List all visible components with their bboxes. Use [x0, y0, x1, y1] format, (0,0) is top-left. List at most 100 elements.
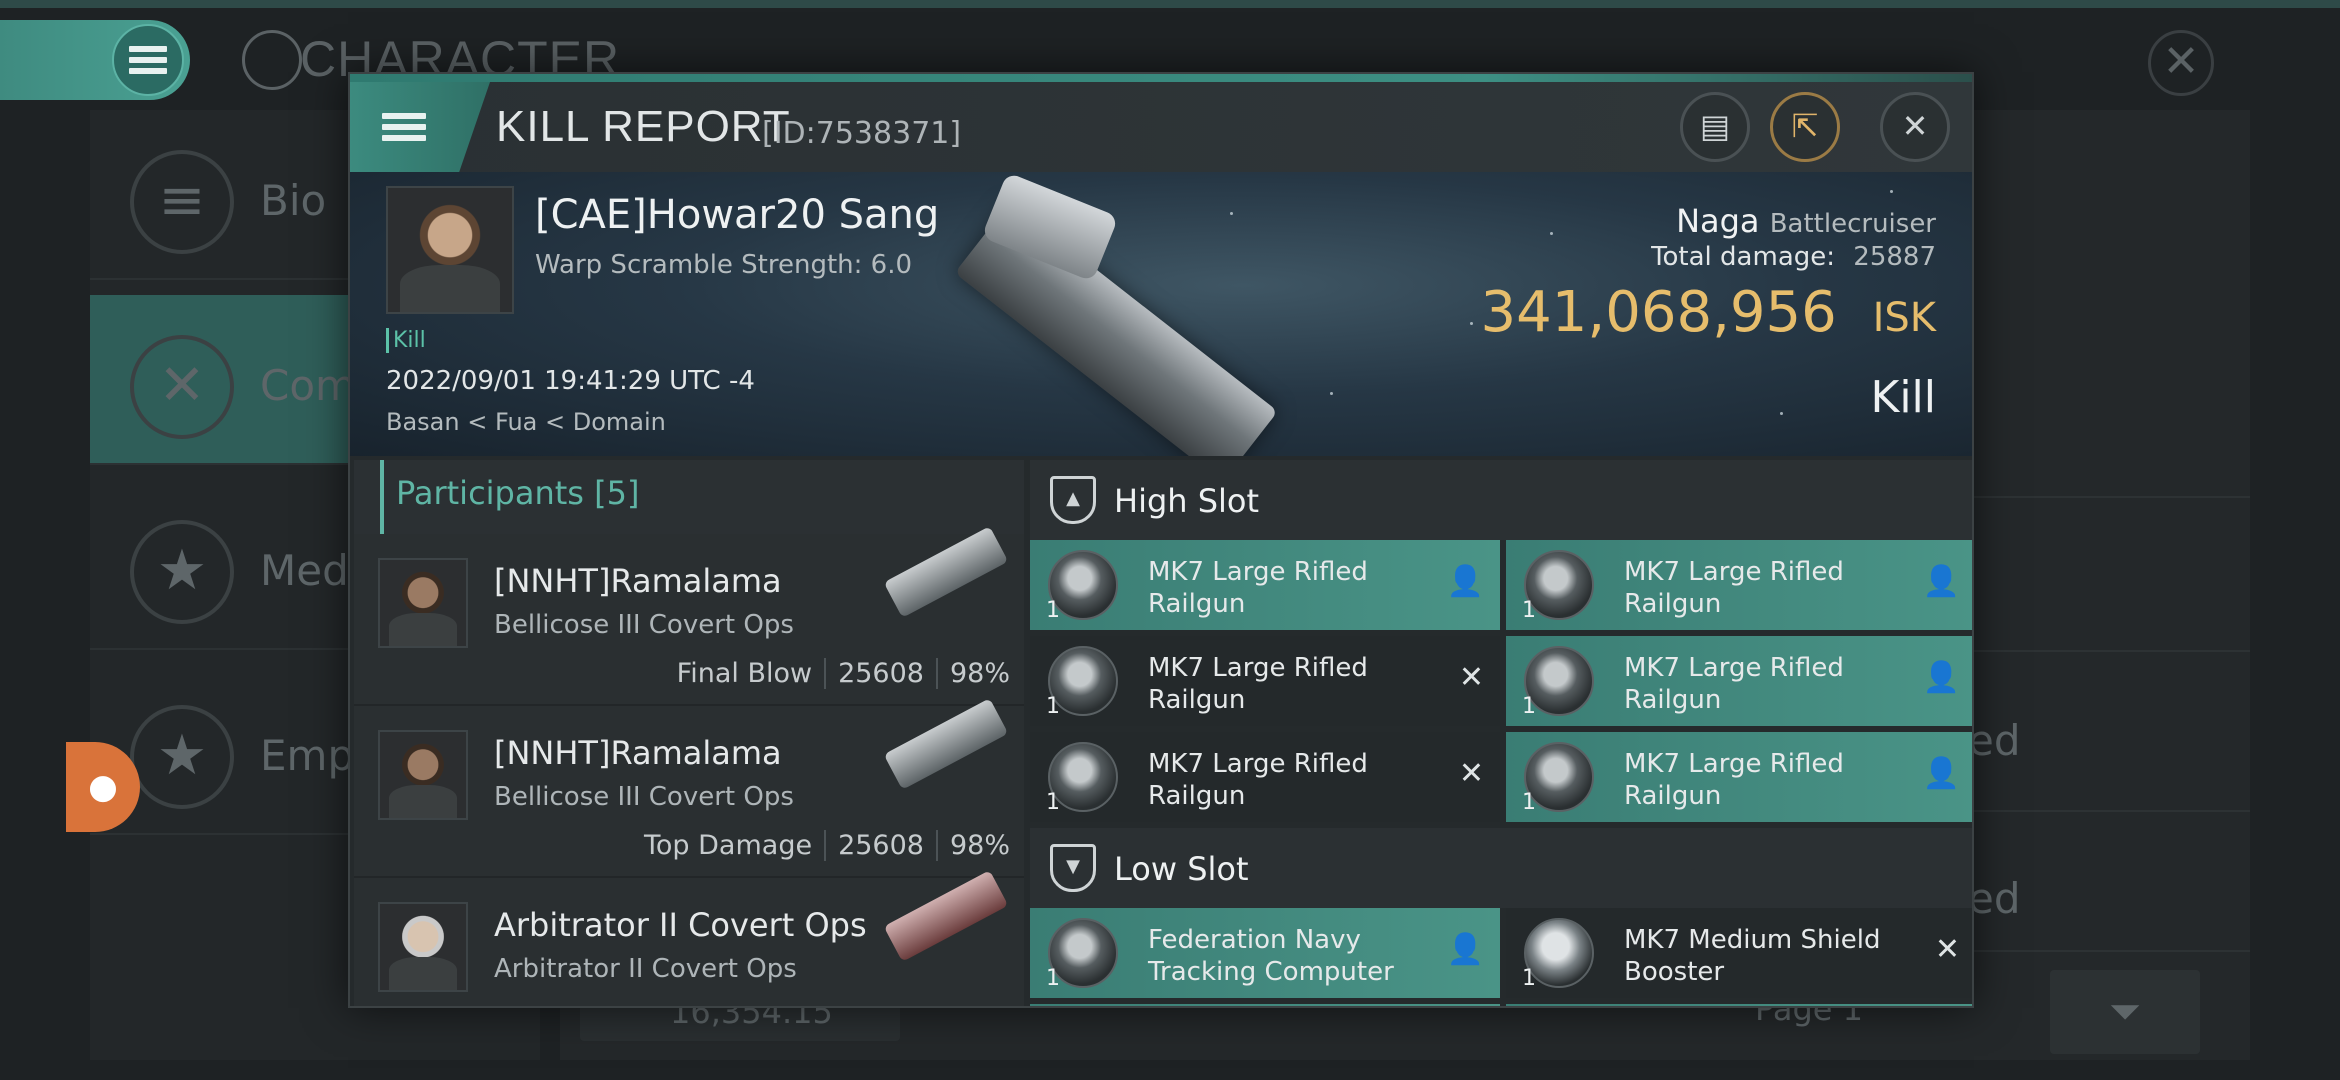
participants-count: [5]: [594, 474, 640, 512]
destroyed-x-icon: ✕: [1458, 660, 1484, 695]
victim-name[interactable]: [CAE]Howar20 Sang: [535, 192, 939, 238]
module-qty: 1: [1046, 694, 1060, 719]
participants-label: Participants: [396, 474, 584, 512]
module-item[interactable]: 1 MK7 Large Rifled Railgun 👤: [1030, 540, 1500, 630]
participant-ship: Bellicose III Covert Ops: [494, 782, 794, 812]
kill-datetime: 2022/09/01 19:41:29 UTC -4: [386, 366, 755, 396]
slot-row: 1 MK7 Large Rifled Railgun ✕ 1 MK7 Large…: [1030, 636, 1972, 726]
module-item[interactable]: 1 MK7 Large Rifled Railgun 👤: [1506, 636, 1972, 726]
high-slot-header: ▲ High Slot: [1030, 460, 1972, 540]
participant-ship-image: [883, 698, 1009, 790]
module-qty: 1: [1522, 966, 1536, 991]
participant-name: Arbitrator II Covert Ops: [494, 906, 867, 944]
module-name: Federation Navy Tracking Computer: [1148, 925, 1394, 987]
dialog-menu-button[interactable]: [350, 82, 490, 172]
dialog-header: KILL REPORT [ID:7538371] ▤ ⇱ ✕: [350, 82, 1972, 172]
kill-location[interactable]: Basan < Fua < Domain: [386, 408, 666, 436]
module-qty: 1: [1046, 966, 1060, 991]
share-icon[interactable]: ⇱: [1770, 92, 1840, 162]
module-name: MK7 Large Rifled Railgun: [1148, 653, 1368, 715]
participant-damage: 25608: [824, 830, 924, 861]
high-slot-icon: ▲: [1050, 476, 1096, 524]
high-slot-label: High Slot: [1114, 482, 1260, 520]
clipboard-icon[interactable]: ▤: [1680, 92, 1750, 162]
main-menu-circle: [112, 24, 184, 96]
module-name: MK7 Medium Shield Booster: [1624, 925, 1881, 987]
participant-damage: 25608: [824, 658, 924, 689]
warp-scramble-strength: Warp Scramble Strength: 6.0: [535, 250, 913, 280]
close-icon[interactable]: ✕: [2148, 30, 2214, 96]
low-slot-header: ▼ Low Slot: [1030, 828, 1972, 908]
top-accent-line: [0, 0, 2340, 8]
module-qty: 1: [1046, 790, 1060, 815]
dropped-person-icon: 👤: [1922, 564, 1960, 599]
module-item[interactable]: [1506, 1004, 1972, 1006]
main-menu-button[interactable]: [0, 20, 190, 100]
module-item[interactable]: 1 MK7 Medium Shield Booster ✕: [1506, 908, 1972, 998]
menu-item-label: Bio: [260, 176, 327, 225]
ship-class: Battlecruiser: [1769, 209, 1936, 239]
module-item[interactable]: [1030, 1004, 1500, 1006]
participant-row[interactable]: [NNHT]Ramalama Bellicose III Covert Ops …: [354, 526, 1024, 706]
participant-role: Top Damage: [644, 830, 813, 861]
dropped-person-icon: 👤: [1446, 564, 1484, 599]
victim-banner: [CAE]Howar20 Sang Warp Scramble Strength…: [350, 172, 1972, 456]
slot-row: [1030, 1004, 1972, 1006]
star-badge-icon: ★: [130, 705, 234, 809]
participant-ship: Bellicose III Covert Ops: [494, 610, 794, 640]
module-item[interactable]: 1 MK7 Large Rifled Railgun 👤: [1506, 540, 1972, 630]
low-slot-label: Low Slot: [1114, 850, 1249, 888]
module-name: MK7 Large Rifled Railgun: [1148, 557, 1368, 619]
total-damage-value: 25887: [1853, 242, 1936, 272]
filter-button[interactable]: ⏷: [2050, 970, 2200, 1054]
hamburger-icon: [382, 108, 426, 146]
slot-row: 1 MK7 Large Rifled Railgun ✕ 1 MK7 Large…: [1030, 732, 1972, 822]
participant-ship: Arbitrator II Covert Ops: [494, 954, 797, 984]
victim-portrait[interactable]: [386, 186, 514, 314]
filter-icon: ⏷: [2109, 989, 2141, 1035]
participant-name: [NNHT]Ramalama: [494, 562, 782, 600]
participants-header: Participants [5]: [354, 460, 1024, 534]
participant-stats: Top Damage 25608 98%: [644, 830, 1010, 861]
ship-name: Naga: [1676, 202, 1760, 240]
total-damage: Total damage: 25887: [1651, 242, 1936, 272]
kill-tag: Kill: [386, 328, 426, 353]
module-qty: 1: [1046, 598, 1060, 623]
destroyed-x-icon: ✕: [1934, 932, 1960, 967]
background-row-text: ed: [1968, 716, 2021, 765]
background-row-text: ed: [1968, 874, 2021, 923]
crossed-swords-icon: ✕: [130, 335, 234, 439]
star-badge-icon: ★: [130, 520, 234, 624]
module-item[interactable]: 1 Federation Navy Tracking Computer 👤: [1030, 908, 1500, 998]
module-name: MK7 Large Rifled Railgun: [1624, 653, 1844, 715]
participant-name: [NNHT]Ramalama: [494, 734, 782, 772]
report-id[interactable]: [ID:7538371]: [762, 116, 961, 151]
dropped-person-icon: 👤: [1446, 932, 1484, 967]
participant-portrait[interactable]: [378, 558, 468, 648]
participant-percent: 98%: [935, 658, 1010, 689]
low-slot-icon: ▼: [1050, 844, 1096, 892]
module-item[interactable]: 1 MK7 Large Rifled Railgun ✕: [1030, 732, 1500, 822]
participant-portrait[interactable]: [378, 902, 468, 992]
dialog-title: KILL REPORT: [496, 102, 791, 151]
destroyed-x-icon: ✕: [1458, 756, 1484, 791]
report-result: Kill: [1870, 372, 1936, 423]
module-item[interactable]: 1 MK7 Large Rifled Railgun 👤: [1506, 732, 1972, 822]
slot-row: 1 MK7 Large Rifled Railgun 👤 1 MK7 Large…: [1030, 540, 1972, 630]
module-item[interactable]: 1 MK7 Large Rifled Railgun ✕: [1030, 636, 1500, 726]
participant-row[interactable]: Arbitrator II Covert Ops Arbitrator II C…: [354, 870, 1024, 1006]
fitting-panel: ▲ High Slot 1 MK7 Large Rifled Railgun 👤…: [1030, 460, 1972, 1006]
isk-unit: ISK: [1872, 295, 1936, 341]
module-qty: 1: [1522, 694, 1536, 719]
dropped-person-icon: 👤: [1922, 756, 1960, 791]
participant-stats: Final Blow 25608 98%: [677, 658, 1010, 689]
participant-percent: 98%: [935, 830, 1010, 861]
participant-portrait[interactable]: [378, 730, 468, 820]
close-icon[interactable]: ✕: [1880, 92, 1950, 162]
module-name: MK7 Large Rifled Railgun: [1148, 749, 1368, 811]
victim-ship: Naga Battlecruiser: [1676, 202, 1936, 240]
participant-row[interactable]: [NNHT]Ramalama Bellicose III Covert Ops …: [354, 698, 1024, 878]
total-damage-label: Total damage:: [1651, 242, 1836, 272]
participants-panel: Participants [5] [NNHT]Ramalama Bellicos…: [354, 460, 1024, 1006]
isk-value: 341,068,956 ISK: [1481, 280, 1937, 345]
